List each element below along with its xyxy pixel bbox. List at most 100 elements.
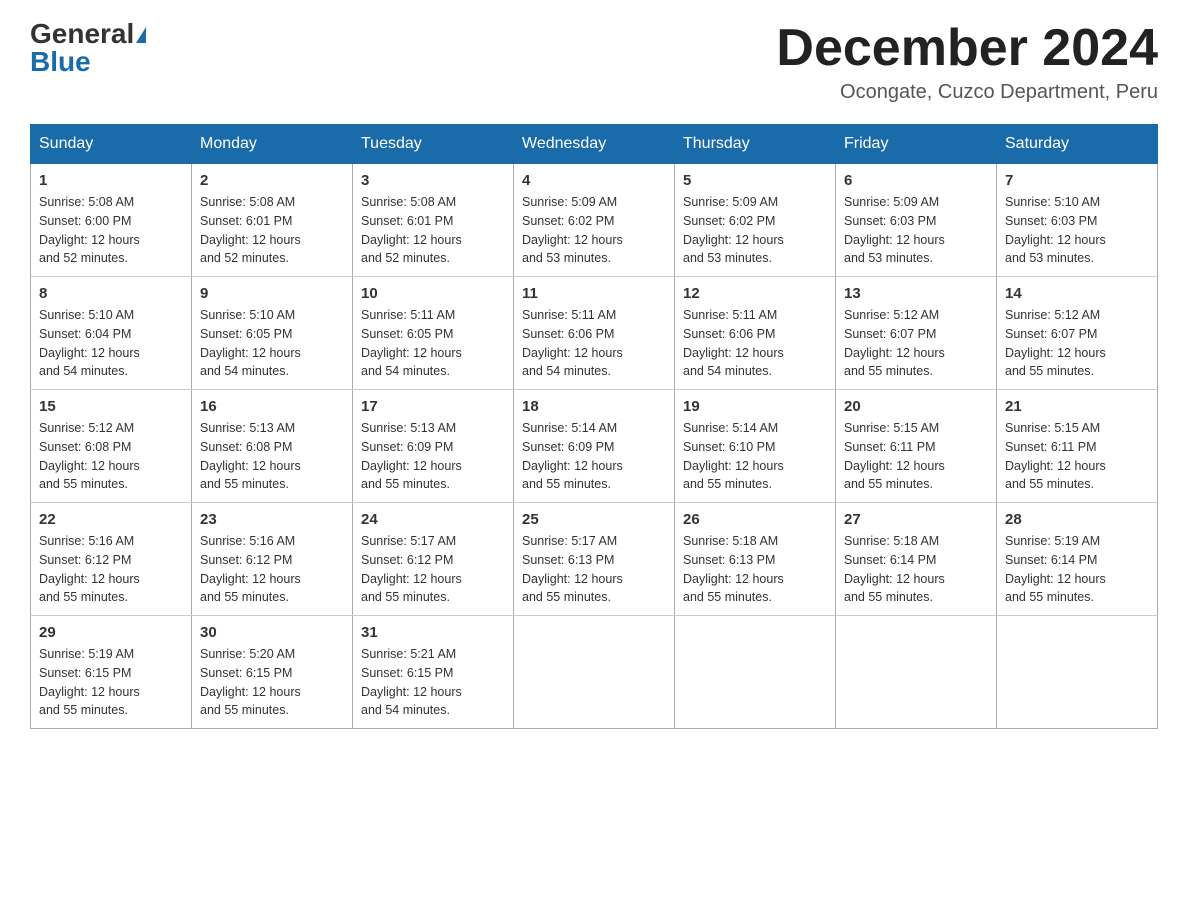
location-subtitle: Ocongate, Cuzco Department, Peru [776,81,1158,104]
calendar-table: SundayMondayTuesdayWednesdayThursdayFrid… [30,124,1158,729]
day-number: 31 [361,624,505,641]
day-number: 24 [361,511,505,528]
calendar-cell: 21 Sunrise: 5:15 AMSunset: 6:11 PMDayligh… [997,390,1158,503]
day-number: 5 [683,172,827,189]
day-info: Sunrise: 5:10 AMSunset: 6:04 PMDaylight:… [39,306,183,381]
day-info: Sunrise: 5:08 AMSunset: 6:01 PMDaylight:… [200,193,344,268]
day-number: 17 [361,398,505,415]
calendar-week-4: 22 Sunrise: 5:16 AMSunset: 6:12 PMDayligh… [31,503,1158,616]
day-number: 26 [683,511,827,528]
calendar-cell: 8Sunrise: 5:10 AMSunset: 6:04 PMDaylight… [31,277,192,390]
calendar-cell: 23 Sunrise: 5:16 AMSunset: 6:12 PMDayligh… [192,503,353,616]
day-info: Sunrise: 5:15 AMSunset: 6:11 PMDaylight:… [1005,419,1149,494]
day-info: Sunrise: 5:12 AMSunset: 6:07 PMDaylight:… [1005,306,1149,381]
day-number: 7 [1005,172,1149,189]
day-info: Sunrise: 5:19 AMSunset: 6:15 PMDaylight:… [39,645,183,720]
col-header-wednesday: Wednesday [514,125,675,164]
calendar-cell [514,616,675,729]
calendar-cell [997,616,1158,729]
day-info: Sunrise: 5:14 AMSunset: 6:09 PMDaylight:… [522,419,666,494]
col-header-monday: Monday [192,125,353,164]
calendar-cell: 26 Sunrise: 5:18 AMSunset: 6:13 PMDayligh… [675,503,836,616]
day-number: 30 [200,624,344,641]
day-number: 14 [1005,285,1149,302]
day-info: Sunrise: 5:13 AMSunset: 6:08 PMDaylight:… [200,419,344,494]
calendar-week-5: 29 Sunrise: 5:19 AMSunset: 6:15 PMDayligh… [31,616,1158,729]
day-info: Sunrise: 5:10 AMSunset: 6:03 PMDaylight:… [1005,193,1149,268]
calendar-cell: 3 Sunrise: 5:08 AMSunset: 6:01 PMDaylight… [353,164,514,277]
day-info: Sunrise: 5:11 AMSunset: 6:06 PMDaylight:… [522,306,666,381]
logo-general-line: General [30,20,146,48]
day-info: Sunrise: 5:12 AMSunset: 6:08 PMDaylight:… [39,419,183,494]
calendar-cell: 12Sunrise: 5:11 AMSunset: 6:06 PMDayligh… [675,277,836,390]
col-header-friday: Friday [836,125,997,164]
calendar-cell: 20 Sunrise: 5:15 AMSunset: 6:11 PMDayligh… [836,390,997,503]
calendar-cell: 6Sunrise: 5:09 AMSunset: 6:03 PMDaylight… [836,164,997,277]
day-info: Sunrise: 5:18 AMSunset: 6:13 PMDaylight:… [683,532,827,607]
day-info: Sunrise: 5:15 AMSunset: 6:11 PMDaylight:… [844,419,988,494]
calendar-cell: 22Sunrise: 5:16 AMSunset: 6:12 PMDayligh… [31,503,192,616]
day-number: 27 [844,511,988,528]
title-area: December 2024 Ocongate, Cuzco Department… [776,20,1158,104]
day-number: 15 [39,398,183,415]
col-header-tuesday: Tuesday [353,125,514,164]
day-number: 16 [200,398,344,415]
day-info: Sunrise: 5:14 AMSunset: 6:10 PMDaylight:… [683,419,827,494]
day-info: Sunrise: 5:08 AMSunset: 6:01 PMDaylight:… [361,193,505,268]
calendar-cell: 17 Sunrise: 5:13 AMSunset: 6:09 PMDayligh… [353,390,514,503]
day-number: 29 [39,624,183,641]
calendar-week-1: 1Sunrise: 5:08 AMSunset: 6:00 PMDaylight… [31,164,1158,277]
col-header-sunday: Sunday [31,125,192,164]
day-number: 22 [39,511,183,528]
day-number: 3 [361,172,505,189]
page-header: General Blue December 2024 Ocongate, Cuz… [30,20,1158,104]
calendar-cell: 18Sunrise: 5:14 AMSunset: 6:09 PMDayligh… [514,390,675,503]
day-number: 10 [361,285,505,302]
day-info: Sunrise: 5:13 AMSunset: 6:09 PMDaylight:… [361,419,505,494]
day-info: Sunrise: 5:16 AMSunset: 6:12 PMDaylight:… [200,532,344,607]
day-number: 11 [522,285,666,302]
day-number: 20 [844,398,988,415]
logo: General Blue [30,20,146,76]
calendar-cell: 1Sunrise: 5:08 AMSunset: 6:00 PMDaylight… [31,164,192,277]
col-header-thursday: Thursday [675,125,836,164]
day-number: 4 [522,172,666,189]
calendar-cell: 19Sunrise: 5:14 AMSunset: 6:10 PMDayligh… [675,390,836,503]
day-number: 12 [683,285,827,302]
calendar-cell: 30 Sunrise: 5:20 AMSunset: 6:15 PMDayligh… [192,616,353,729]
calendar-cell: 2 Sunrise: 5:08 AMSunset: 6:01 PMDaylight… [192,164,353,277]
calendar-cell: 15 Sunrise: 5:12 AMSunset: 6:08 PMDayligh… [31,390,192,503]
calendar-cell: 13Sunrise: 5:12 AMSunset: 6:07 PMDayligh… [836,277,997,390]
day-info: Sunrise: 5:17 AMSunset: 6:12 PMDaylight:… [361,532,505,607]
calendar-cell: 31 Sunrise: 5:21 AMSunset: 6:15 PMDayligh… [353,616,514,729]
day-number: 9 [200,285,344,302]
calendar-cell: 9Sunrise: 5:10 AMSunset: 6:05 PMDaylight… [192,277,353,390]
calendar-cell: 27 Sunrise: 5:18 AMSunset: 6:14 PMDayligh… [836,503,997,616]
col-header-saturday: Saturday [997,125,1158,164]
day-number: 23 [200,511,344,528]
calendar-week-3: 15 Sunrise: 5:12 AMSunset: 6:08 PMDayligh… [31,390,1158,503]
calendar-cell: 4 Sunrise: 5:09 AMSunset: 6:02 PMDaylight… [514,164,675,277]
calendar-cell: 29 Sunrise: 5:19 AMSunset: 6:15 PMDayligh… [31,616,192,729]
day-info: Sunrise: 5:21 AMSunset: 6:15 PMDaylight:… [361,645,505,720]
day-number: 6 [844,172,988,189]
day-info: Sunrise: 5:12 AMSunset: 6:07 PMDaylight:… [844,306,988,381]
calendar-cell: 25Sunrise: 5:17 AMSunset: 6:13 PMDayligh… [514,503,675,616]
calendar-header-row: SundayMondayTuesdayWednesdayThursdayFrid… [31,125,1158,164]
calendar-week-2: 8Sunrise: 5:10 AMSunset: 6:04 PMDaylight… [31,277,1158,390]
day-info: Sunrise: 5:19 AMSunset: 6:14 PMDaylight:… [1005,532,1149,607]
day-info: Sunrise: 5:18 AMSunset: 6:14 PMDaylight:… [844,532,988,607]
day-info: Sunrise: 5:09 AMSunset: 6:02 PMDaylight:… [522,193,666,268]
day-info: Sunrise: 5:17 AMSunset: 6:13 PMDaylight:… [522,532,666,607]
logo-blue-text: Blue [30,46,91,77]
calendar-cell [675,616,836,729]
logo-general-text: General [30,18,134,49]
calendar-cell: 24 Sunrise: 5:17 AMSunset: 6:12 PMDayligh… [353,503,514,616]
day-number: 2 [200,172,344,189]
day-info: Sunrise: 5:20 AMSunset: 6:15 PMDaylight:… [200,645,344,720]
day-number: 21 [1005,398,1149,415]
day-number: 28 [1005,511,1149,528]
day-info: Sunrise: 5:09 AMSunset: 6:02 PMDaylight:… [683,193,827,268]
calendar-cell: 28 Sunrise: 5:19 AMSunset: 6:14 PMDayligh… [997,503,1158,616]
day-info: Sunrise: 5:11 AMSunset: 6:05 PMDaylight:… [361,306,505,381]
